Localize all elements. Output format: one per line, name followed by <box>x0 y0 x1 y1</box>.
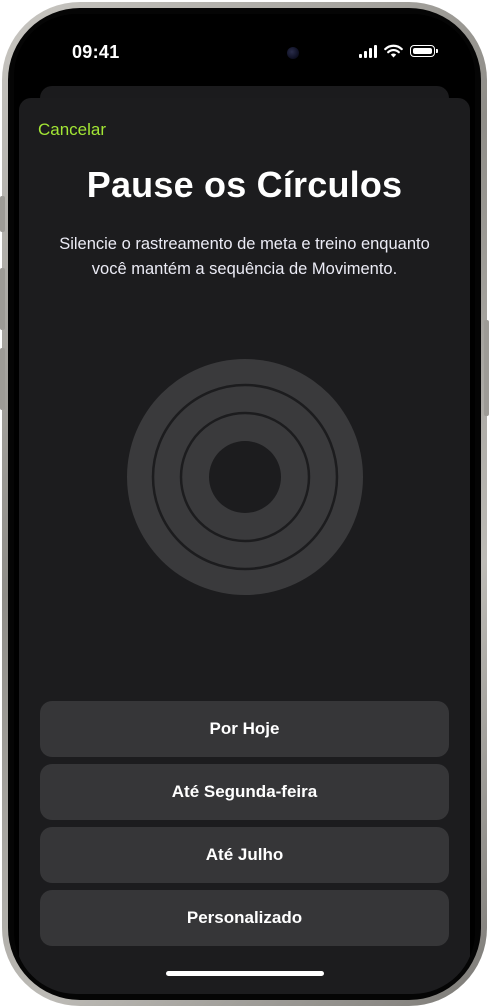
pause-options: Por Hoje Até Segunda-feira Até Julho Per… <box>40 701 449 953</box>
home-indicator[interactable] <box>166 971 324 976</box>
page-description: Silencie o rastreamento de meta e treino… <box>59 235 430 278</box>
option-custom-button[interactable]: Personalizado <box>40 890 449 946</box>
action-button <box>0 196 5 232</box>
page-title: Pause os Círculos <box>86 164 403 205</box>
battery-icon <box>410 45 438 57</box>
option-until-monday-button[interactable]: Até Segunda-feira <box>40 764 449 820</box>
volume-down-button <box>0 348 5 410</box>
cellular-signal-icon <box>359 44 377 58</box>
cancel-button[interactable]: Cancelar <box>38 120 106 140</box>
option-today-button[interactable]: Por Hoje <box>40 701 449 757</box>
status-bar: 09:41 <box>14 14 475 84</box>
volume-up-button <box>0 268 5 330</box>
status-time: 09:41 <box>72 42 120 62</box>
activity-rings-icon <box>127 359 363 595</box>
screen: 09:41 Cancelar Pause os Círculos Silenci… <box>14 14 475 994</box>
front-camera <box>287 47 299 59</box>
option-until-july-button[interactable]: Até Julho <box>40 827 449 883</box>
wifi-icon <box>384 44 403 58</box>
side-button <box>484 320 489 416</box>
status-icons <box>359 44 438 58</box>
